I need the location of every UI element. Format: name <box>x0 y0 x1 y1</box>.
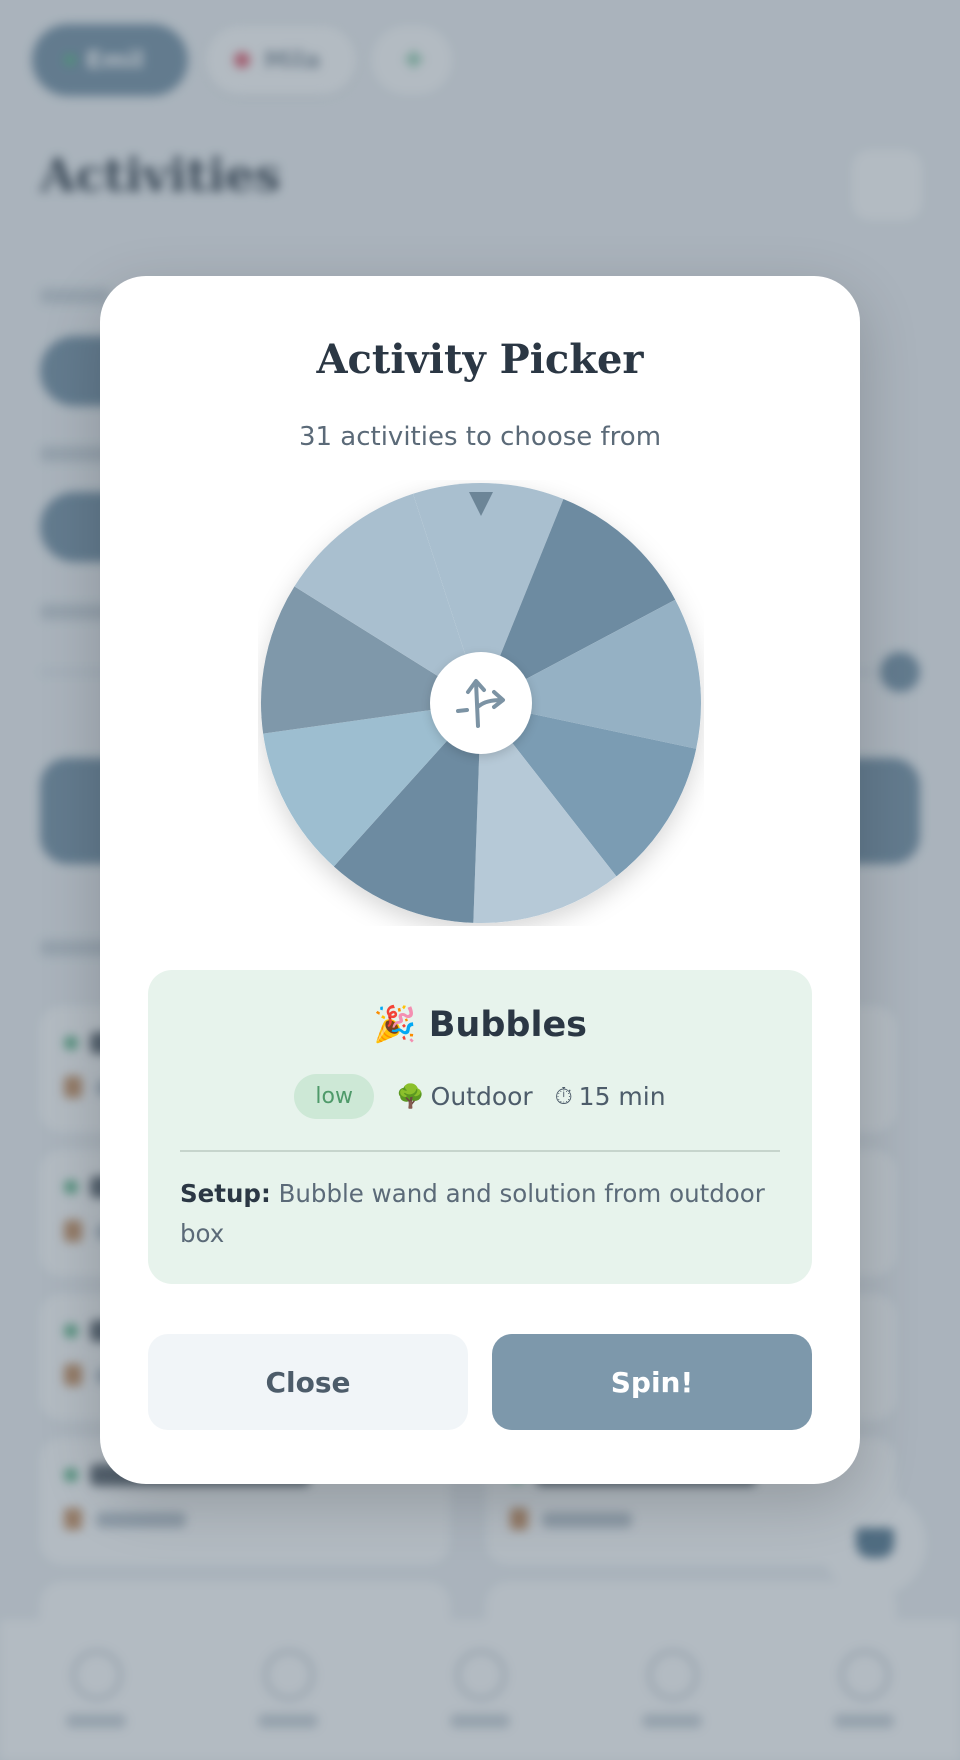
spin-button[interactable]: Spin! <box>492 1334 812 1430</box>
close-button[interactable]: Close <box>148 1334 468 1430</box>
stopwatch-icon: ⏱ <box>554 1083 573 1110</box>
modal-title: Activity Picker <box>316 336 644 383</box>
result-emoji: 🎉 <box>372 1005 417 1045</box>
result-title: 🎉 Bubbles <box>148 1004 812 1045</box>
wheel-center-button[interactable] <box>430 652 532 754</box>
shuffle-arrows-icon <box>456 679 505 728</box>
location-meta: 🌳 Outdoor <box>396 1082 533 1111</box>
location-label: Outdoor <box>430 1082 533 1111</box>
result-meta: low 🌳 Outdoor ⏱ 15 min <box>148 1074 812 1119</box>
energy-badge: low <box>294 1074 374 1119</box>
result-divider <box>180 1150 780 1152</box>
setup-label: Setup: <box>180 1179 271 1208</box>
spin-wheel[interactable] <box>258 480 704 926</box>
duration-meta: ⏱ 15 min <box>555 1082 666 1111</box>
setup-text: Setup: Bubble wand and solution from out… <box>180 1174 780 1254</box>
result-card: 🎉 Bubbles low 🌳 Outdoor ⏱ 15 min Setup: … <box>148 970 812 1284</box>
result-name: Bubbles <box>428 1005 588 1045</box>
tree-icon: 🌳 <box>396 1084 425 1110</box>
duration-label: 15 min <box>578 1082 666 1111</box>
activity-picker-modal: Activity Picker 31 activities to choose … <box>100 276 860 1484</box>
modal-subtitle: 31 activities to choose from <box>298 422 662 452</box>
